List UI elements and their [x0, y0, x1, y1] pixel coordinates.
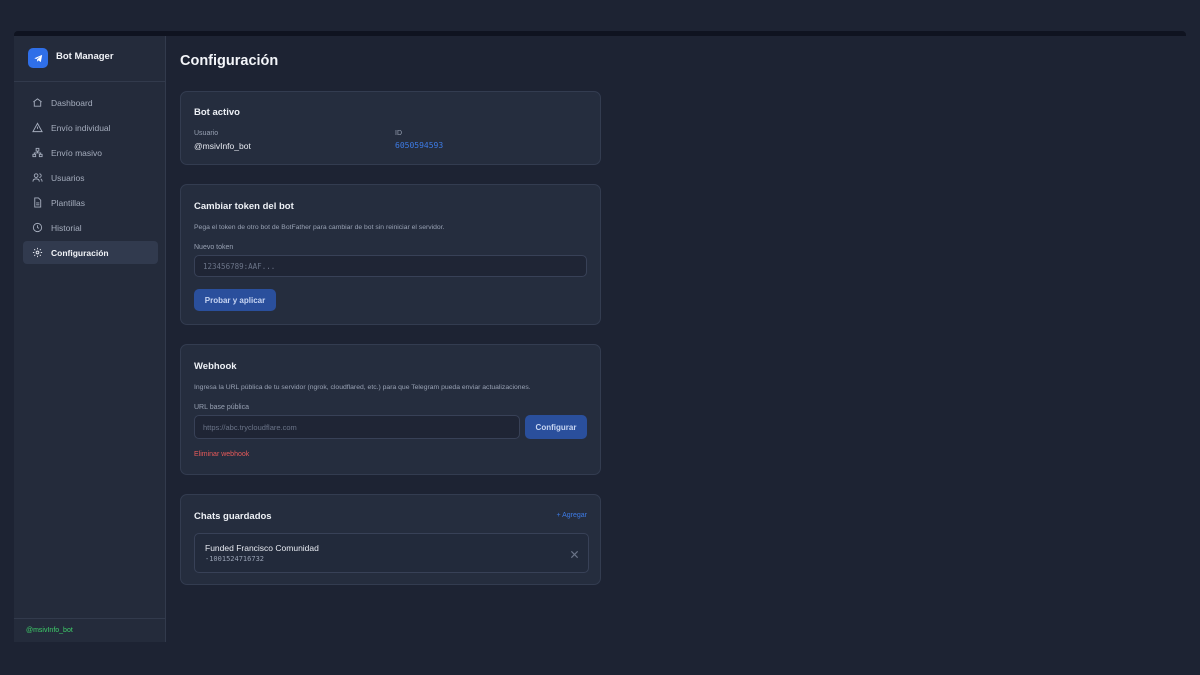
card-description: Ingresa la URL pública de tu servidor (n…	[194, 384, 531, 391]
sidebar-item-label: Usuarios	[51, 172, 85, 183]
sidebar-nav: Dashboard Envío individual Envío masivo …	[23, 91, 158, 266]
sidebar-footer: @msivInfo_bot	[14, 618, 165, 642]
sidebar-item-label: Plantillas	[51, 197, 86, 208]
sidebar-item-usuarios[interactable]: Usuarios	[23, 166, 158, 189]
chat-id: -1001524716732	[205, 555, 265, 563]
active-bot-card: Bot activo Usuario @msivInfo_bot ID 6050…	[180, 91, 601, 165]
clock-icon	[23, 222, 51, 233]
delete-webhook-link[interactable]: Eliminar webhook	[194, 451, 249, 458]
sidebar-item-label: Envío individual	[51, 122, 111, 133]
card-description: Pega el token de otro bot de BotFather p…	[194, 224, 445, 231]
sidebar-item-label: Historial	[51, 222, 82, 233]
webhook-field-label: URL base pública	[194, 404, 249, 411]
chat-name: Funded Francisco Comunidad	[205, 543, 319, 553]
webhook-url-input[interactable]	[194, 415, 520, 439]
test-apply-button[interactable]: Probar y aplicar	[194, 289, 276, 311]
card-title: Webhook	[194, 361, 237, 372]
change-token-card: Cambiar token del bot Pega el token de o…	[180, 184, 601, 325]
sidebar-item-dashboard[interactable]: Dashboard	[23, 91, 158, 114]
card-title: Cambiar token del bot	[194, 201, 294, 212]
webhook-card: Webhook Ingresa la URL pública de tu ser…	[180, 344, 601, 475]
card-title: Chats guardados	[194, 511, 272, 522]
template-icon	[23, 197, 51, 208]
sidebar-item-configuracion[interactable]: Configuración	[23, 241, 158, 264]
chat-list-item: Funded Francisco Comunidad -100152471673…	[194, 533, 589, 573]
card-title: Bot activo	[194, 107, 240, 118]
saved-chats-card: Chats guardados + Agregar Funded Francis…	[180, 494, 601, 585]
brand-header: Bot Manager	[14, 36, 165, 82]
users-icon	[23, 172, 51, 183]
token-input[interactable]	[194, 255, 587, 277]
telegram-logo-icon	[28, 48, 48, 68]
sidebar-item-label: Envío masivo	[51, 147, 103, 158]
user-label: Usuario	[194, 130, 219, 137]
send-icon	[23, 122, 51, 133]
home-icon	[23, 97, 51, 108]
bot-id: 6050594593	[395, 141, 444, 150]
page-title: Configuración	[180, 53, 279, 69]
sidebar-item-historial[interactable]: Historial	[23, 216, 158, 239]
configure-webhook-button[interactable]: Configurar	[525, 415, 587, 439]
sidebar-item-label: Dashboard	[51, 97, 93, 108]
sidebar-item-label: Configuración	[51, 247, 109, 258]
sidebar: Bot Manager Dashboard Envío individual E…	[14, 36, 166, 642]
sidebar-item-envio-masivo[interactable]: Envío masivo	[23, 141, 158, 164]
window-top-bar	[14, 31, 1186, 36]
bot-status-username: @msivInfo_bot	[26, 627, 73, 634]
sidebar-item-envio-individual[interactable]: Envío individual	[23, 116, 158, 139]
add-chat-link[interactable]: + Agregar	[556, 512, 587, 519]
sidebar-item-plantillas[interactable]: Plantillas	[23, 191, 158, 214]
bot-username: @msivInfo_bot	[194, 141, 251, 151]
gear-icon	[23, 247, 51, 258]
token-field-label: Nuevo token	[194, 244, 234, 251]
id-label: ID	[395, 130, 402, 137]
app-name: Bot Manager	[56, 51, 114, 62]
remove-chat-icon[interactable]	[570, 546, 579, 564]
broadcast-icon	[23, 147, 51, 158]
